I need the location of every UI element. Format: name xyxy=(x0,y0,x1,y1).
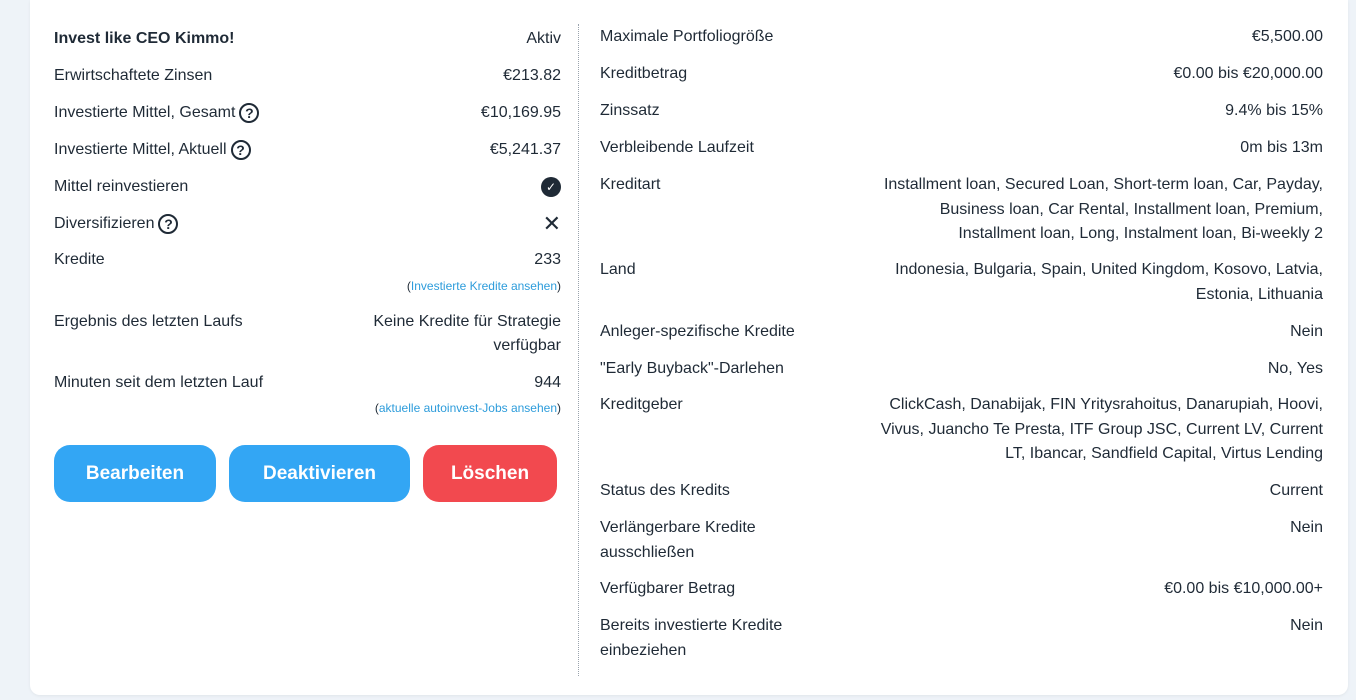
strategy-card: Invest like CEO Kimmo! Aktiv Erwirtschaf… xyxy=(30,0,1348,695)
strategy-status: Aktiv xyxy=(526,30,561,47)
criteria-label-line: einbeziehen xyxy=(600,641,687,659)
criteria-label: Kreditgeber xyxy=(600,396,683,413)
earned-interest-label: Erwirtschaftete Zinsen xyxy=(54,67,213,84)
strategy-header-row: Invest like CEO Kimmo! Aktiv xyxy=(54,27,561,51)
paren-close: ) xyxy=(557,279,561,293)
earned-interest-row: Erwirtschaftete Zinsen €213.82 xyxy=(54,64,561,88)
last-run-value-line1: Keine Kredite für Strategie xyxy=(373,313,561,330)
minutes-label: Minuten seit dem letzten Lauf xyxy=(54,374,264,391)
minutes-row: Minuten seit dem letzten Lauf 944 xyxy=(54,371,561,395)
criteria-label-line: ausschließen xyxy=(600,543,695,561)
criteria-label: Kreditart xyxy=(600,176,661,193)
criteria-value-line: Installment loan, Secured Loan, Short-te… xyxy=(883,176,1323,193)
edit-button[interactable]: Bearbeiten xyxy=(54,445,216,502)
help-icon[interactable]: ? xyxy=(230,140,251,160)
criteria-value-line: Business loan, Car Rental, Installment l… xyxy=(939,200,1323,218)
criteria-value: Nein xyxy=(1290,519,1323,536)
jobs-link-wrapper: (aktuelle autoinvest-Jobs ansehen) xyxy=(375,400,561,416)
invested-current-label: Investierte Mittel, Aktuell xyxy=(54,141,227,158)
loans-value: 233 xyxy=(534,251,561,268)
minutes-value: 944 xyxy=(534,374,561,391)
criteria-value: No, Yes xyxy=(1267,360,1323,377)
criteria-row: Kreditart Installment loan, Secured Loan… xyxy=(600,173,1323,247)
criteria-value: Installment loan, Secured Loan, Short-te… xyxy=(884,173,1323,247)
last-run-value: Keine Kredite für Strategie verfügbar xyxy=(373,310,561,358)
diversify-row: Diversifizieren ? ✕ xyxy=(54,212,561,236)
loans-label: Kredite xyxy=(54,251,105,268)
criteria-value-line: Estonia, Lithuania xyxy=(1195,285,1323,303)
criteria-label: Maximale Portfoliogröße xyxy=(600,28,774,45)
last-run-label: Ergebnis des letzten Laufs xyxy=(54,313,243,330)
loans-link-wrapper: (Investierte Kredite ansehen) xyxy=(407,278,561,294)
criteria-value-line: Vivus, Juancho Te Presta, ITF Group JSC,… xyxy=(880,420,1323,438)
criteria-value: 9.4% bis 15% xyxy=(1225,102,1323,119)
reinvest-label: Mittel reinvestieren xyxy=(54,178,189,195)
criteria-row: Maximale Portfoliogröße €5,500.00 xyxy=(600,25,1323,50)
invested-total-row: Investierte Mittel, Gesamt ? €10,169.95 xyxy=(54,101,561,125)
help-icon[interactable]: ? xyxy=(239,103,260,123)
deactivate-button[interactable]: Deaktivieren xyxy=(229,445,410,502)
criteria-value: Nein xyxy=(1290,323,1323,340)
criteria-value-line: LT, Ibancar, Sandfield Capital, Virtus L… xyxy=(1005,445,1323,462)
criteria-row: Bereits investierte Kredite einbeziehen … xyxy=(600,614,1323,663)
criteria-row: Kreditgeber ClickCash, Danabijak, FIN Yr… xyxy=(600,393,1323,467)
earned-interest-value: €213.82 xyxy=(503,67,561,84)
last-run-row: Ergebnis des letzten Laufs Keine Kredite… xyxy=(54,310,561,358)
criteria-row: Zinssatz 9.4% bis 15% xyxy=(600,99,1323,124)
criteria-label-line: Bereits investierte Kredite xyxy=(600,617,783,634)
last-run-value-line2: verfügbar xyxy=(493,337,561,354)
criteria-value: Indonesia, Bulgaria, Spain, United Kingd… xyxy=(895,258,1323,307)
criteria-value-line: Indonesia, Bulgaria, Spain, United Kingd… xyxy=(895,261,1323,278)
criteria-label-line: Verlängerbare Kredite xyxy=(600,519,756,536)
criteria-row: Status des Kredits Current xyxy=(600,479,1323,504)
criteria-value-line: ClickCash, Danabijak, FIN Yritysrahoitus… xyxy=(889,396,1323,413)
delete-button[interactable]: Löschen xyxy=(423,445,557,502)
criteria-row: Land Indonesia, Bulgaria, Spain, United … xyxy=(600,258,1323,307)
invested-current-row: Investierte Mittel, Aktuell ? €5,241.37 xyxy=(54,138,561,162)
reinvest-row: Mittel reinvestieren ✓ xyxy=(54,175,561,199)
criteria-label: Bereits investierte Kredite einbeziehen xyxy=(600,614,820,663)
criteria-row: "Early Buyback"-Darlehen No, Yes xyxy=(600,357,1323,382)
invested-total-value: €10,169.95 xyxy=(480,104,561,121)
paren-close: ) xyxy=(557,401,561,415)
criteria-value: Nein xyxy=(1290,617,1323,634)
criteria-label: Verbleibende Laufzeit xyxy=(600,139,754,156)
criteria-value: 0m bis 13m xyxy=(1240,139,1323,156)
criteria-label: Land xyxy=(600,261,636,278)
criteria-value: €0.00 bis €10,000.00+ xyxy=(1164,580,1323,597)
strategy-title: Invest like CEO Kimmo! xyxy=(54,30,235,47)
criteria-row: Verfügbarer Betrag €0.00 bis €10,000.00+ xyxy=(600,577,1323,602)
column-divider xyxy=(578,24,579,676)
check-circle-icon: ✓ xyxy=(541,177,561,197)
criteria-value-line: Installment loan, Long, Instalment loan,… xyxy=(958,225,1323,242)
criteria-value: Current xyxy=(1269,482,1323,499)
loans-row: Kredite 233 xyxy=(54,248,561,272)
criteria-row: Verbleibende Laufzeit 0m bis 13m xyxy=(600,136,1323,161)
criteria-label: Verlängerbare Kredite ausschließen xyxy=(600,516,820,565)
close-icon: ✕ xyxy=(542,211,561,236)
criteria-row: Anleger-spezifische Kredite Nein xyxy=(600,320,1323,345)
criteria-row: Kreditbetrag €0.00 bis €20,000.00 xyxy=(600,62,1323,87)
criteria-value: €0.00 bis €20,000.00 xyxy=(1173,65,1323,82)
criteria-label: Zinssatz xyxy=(600,102,660,119)
criteria-label: Verfügbarer Betrag xyxy=(600,580,736,597)
diversify-label: Diversifizieren xyxy=(54,215,155,232)
criteria-label: Status des Kredits xyxy=(600,482,730,499)
help-icon[interactable]: ? xyxy=(158,214,179,234)
criteria-label: Kreditbetrag xyxy=(600,65,688,82)
invested-total-label: Investierte Mittel, Gesamt xyxy=(54,104,236,121)
view-autoinvest-jobs-link[interactable]: aktuelle autoinvest-Jobs ansehen xyxy=(379,401,557,415)
criteria-row: Verlängerbare Kredite ausschließen Nein xyxy=(600,516,1323,565)
view-invested-loans-link[interactable]: Investierte Kredite ansehen xyxy=(411,279,557,293)
criteria-value: ClickCash, Danabijak, FIN Yritysrahoitus… xyxy=(881,393,1323,467)
invested-current-value: €5,241.37 xyxy=(489,141,561,158)
criteria-label: Anleger-spezifische Kredite xyxy=(600,323,795,340)
criteria-label: "Early Buyback"-Darlehen xyxy=(600,360,784,377)
criteria-value: €5,500.00 xyxy=(1251,28,1323,45)
